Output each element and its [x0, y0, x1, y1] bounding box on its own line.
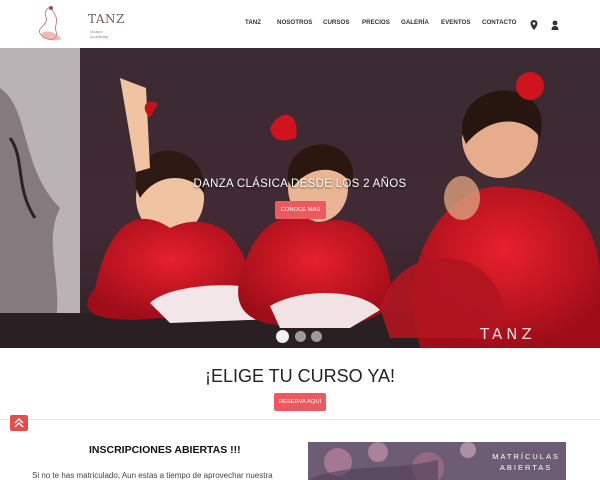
course-heading: ¡ELIGE TU CURSO YA! — [204, 366, 396, 386]
reserva-aqui-button[interactable]: RESERVA AQUÍ — [274, 393, 326, 411]
section-divider — [0, 419, 600, 420]
hero-carousel: DANZA CLÁSICA DESDE LOS 2 AÑOS CONOCE MA… — [0, 48, 600, 348]
conoce-mas-button[interactable]: CONOCE MAS — [275, 201, 326, 219]
logo-text: TANZ — [88, 12, 125, 26]
site-logo[interactable]: TANZ Dance Academy — [32, 3, 124, 45]
double-chevron-up-icon — [14, 418, 24, 428]
logo-subtitle: Dance Academy — [90, 29, 109, 39]
dancer-logo-icon — [39, 6, 62, 41]
nav-item-tanz[interactable]: TANZ — [245, 19, 261, 26]
inscripciones-heading: INSCRIPCIONES ABIERTAS !!! — [89, 444, 241, 456]
matriculas-line2: ABIERTAS — [499, 463, 553, 472]
nav-item-galeria[interactable]: GALERÍA — [401, 19, 429, 26]
nav-item-precios[interactable]: PRECIOS — [362, 19, 390, 26]
user-icon[interactable] — [550, 18, 560, 30]
site-header: TANZ Dance Academy TANZ NOSOTROS CURSOS … — [0, 0, 600, 48]
scroll-to-top-button[interactable] — [10, 415, 28, 431]
nav-item-nosotros[interactable]: NOSOTROS — [277, 19, 312, 26]
matriculas-line1: MATRÍCULAS — [492, 452, 560, 461]
page: TANZ Dance Academy TANZ NOSOTROS CURSOS … — [0, 0, 600, 480]
matriculas-banner[interactable]: MATRÍCULAS ABIERTAS — [308, 442, 566, 480]
nav-item-eventos[interactable]: EVENTOS — [441, 19, 470, 26]
location-icon[interactable] — [529, 18, 539, 30]
hero-watermark: TANZ — [480, 325, 536, 343]
hero-title: DANZA CLÁSICA DESDE LOS 2 AÑOS — [193, 178, 407, 190]
inscripciones-text: Si no te has matriculado, Aun estas a ti… — [32, 471, 273, 480]
carousel-dot-2[interactable] — [295, 331, 306, 342]
hero-image — [0, 48, 600, 348]
matriculas-text: MATRÍCULAS ABIERTAS — [492, 451, 560, 473]
carousel-dot-3[interactable] — [311, 331, 322, 342]
carousel-dot-1[interactable] — [276, 330, 289, 343]
nav-item-contacto[interactable]: CONTACTO — [482, 19, 517, 26]
nav-item-cursos[interactable]: CURSOS — [323, 19, 349, 26]
